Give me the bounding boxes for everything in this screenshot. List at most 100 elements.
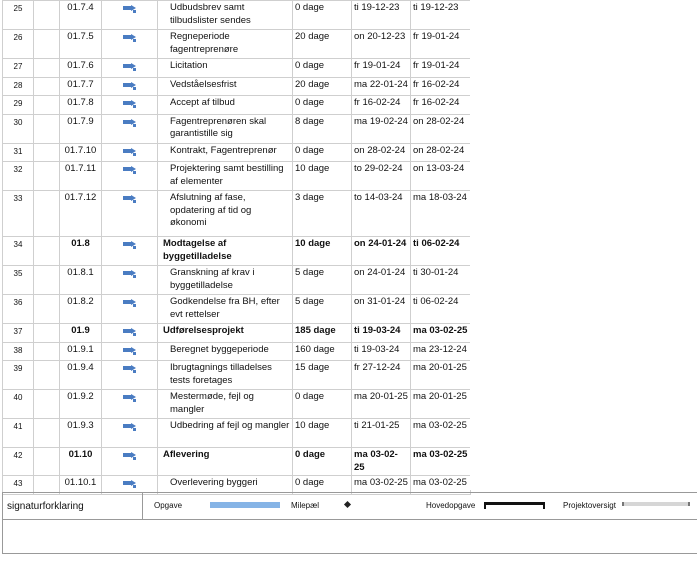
task-row[interactable]: 40 01.9.2 Mestermøde, fejl og mangler 0 dag… bbox=[2, 389, 471, 419]
task-finish: ti 30-01-24 bbox=[410, 265, 471, 295]
wbs-code: 01.8 bbox=[59, 236, 102, 266]
task-duration: 10 dage bbox=[292, 236, 352, 266]
auto-scheduled-task-icon bbox=[122, 327, 137, 336]
row-id: 25 bbox=[2, 0, 34, 30]
task-row[interactable]: 42 01.10 Aflevering 0 dage ma 03-02-25 ma 03-… bbox=[2, 447, 471, 476]
task-duration: 0 dage bbox=[292, 58, 352, 78]
legend-task-label: Opgave bbox=[154, 501, 183, 510]
task-row[interactable]: 37 01.9 Udførelsesprojekt 185 dage ti 19-03-… bbox=[2, 323, 471, 343]
task-name: Fagentreprenøren skal garantistille sig bbox=[157, 113, 293, 144]
task-duration: 8 dage bbox=[292, 113, 352, 144]
task-finish: ti 06-02-24 bbox=[410, 236, 471, 266]
task-start: to 14-03-24 bbox=[351, 190, 411, 237]
task-finish: fr 19-01-24 bbox=[410, 29, 471, 59]
task-row[interactable]: 36 01.8.2 Godkendelse fra BH, efter evt re… bbox=[2, 294, 471, 324]
auto-scheduled-task-icon bbox=[122, 240, 137, 249]
row-indicator bbox=[33, 447, 60, 476]
row-id: 28 bbox=[2, 76, 34, 96]
task-name: Granskning af krav i byggetilladelse bbox=[157, 265, 293, 295]
task-row[interactable]: 30 01.7.9 Fagentreprenøren skal garantisti… bbox=[2, 113, 471, 144]
task-start: ti 21-01-25 bbox=[351, 418, 411, 448]
row-id: 35 bbox=[2, 265, 34, 295]
row-id: 26 bbox=[2, 29, 34, 59]
task-mode-cell bbox=[101, 113, 158, 144]
task-name: Aflevering bbox=[157, 447, 293, 476]
task-mode-cell bbox=[101, 161, 158, 191]
row-id: 37 bbox=[2, 323, 34, 343]
wbs-code: 01.7.7 bbox=[59, 76, 102, 96]
row-indicator bbox=[33, 418, 60, 448]
task-row[interactable]: 38 01.9.1 Beregnet byggeperiode 160 dage ti … bbox=[2, 341, 471, 361]
task-row[interactable]: 27 01.7.6 Licitation 0 dage fr 19-01-24 fr 19… bbox=[2, 58, 471, 78]
legend-milestone-label: Milepæl bbox=[291, 501, 320, 510]
row-indicator bbox=[33, 113, 60, 144]
row-indicator bbox=[33, 95, 60, 115]
task-name: Licitation bbox=[157, 58, 293, 78]
task-name: Beregnet byggeperiode bbox=[157, 341, 293, 361]
gantt-chart-area bbox=[470, 0, 697, 490]
task-row[interactable]: 31 01.7.10 Kontrakt, Fagentreprenør 0 dage o… bbox=[2, 142, 471, 162]
task-name: Udbudsbrev samt tilbudslister sendes bbox=[157, 0, 293, 30]
auto-scheduled-task-icon bbox=[122, 99, 137, 108]
task-finish: ma 03-02-25 bbox=[410, 323, 471, 343]
wbs-code: 01.7.6 bbox=[59, 58, 102, 78]
task-start: ma 22-01-24 bbox=[351, 76, 411, 96]
task-row[interactable]: 34 01.8 Modtagelse af byggetilladelse 10 da… bbox=[2, 236, 471, 266]
legend: signaturforklaring Opgave Milepæl Hovedo… bbox=[2, 492, 697, 554]
legend-title: signaturforklaring bbox=[7, 501, 84, 512]
task-start: fr 19-01-24 bbox=[351, 58, 411, 78]
wbs-code: 01.9.2 bbox=[59, 389, 102, 419]
auto-scheduled-task-icon bbox=[122, 33, 137, 42]
auto-scheduled-task-icon bbox=[122, 298, 137, 307]
task-row[interactable]: 29 01.7.8 Accept af tilbud 0 dage fr 16-02-2… bbox=[2, 95, 471, 115]
task-start: fr 27-12-24 bbox=[351, 360, 411, 390]
task-finish: on 13-03-24 bbox=[410, 161, 471, 191]
task-start: on 20-12-23 bbox=[351, 29, 411, 59]
row-indicator bbox=[33, 29, 60, 59]
task-row[interactable]: 35 01.8.1 Granskning af krav i byggetillad… bbox=[2, 265, 471, 295]
milestone-diamond-icon bbox=[343, 500, 352, 509]
wbs-code: 01.7.12 bbox=[59, 190, 102, 237]
task-duration: 0 dage bbox=[292, 142, 352, 162]
row-indicator bbox=[33, 294, 60, 324]
task-row[interactable]: 25 01.7.4 Udbudsbrev samt tilbudslister se… bbox=[2, 0, 471, 30]
task-row[interactable]: 26 01.7.5 Regneperiode fagentreprenøre 20 d… bbox=[2, 29, 471, 59]
task-name: Godkendelse fra BH, efter evt rettelser bbox=[157, 294, 293, 324]
task-row[interactable]: 41 01.9.3 Udbedring af fejl og mangler 10 d… bbox=[2, 418, 471, 448]
row-indicator bbox=[33, 265, 60, 295]
task-name: Accept af tilbud bbox=[157, 95, 293, 115]
task-finish: ma 03-02-25 bbox=[410, 418, 471, 448]
row-id: 40 bbox=[2, 389, 34, 419]
task-start: on 31-01-24 bbox=[351, 294, 411, 324]
wbs-code: 01.7.8 bbox=[59, 95, 102, 115]
task-duration: 0 dage bbox=[292, 447, 352, 476]
row-indicator bbox=[33, 76, 60, 96]
task-row[interactable]: 39 01.9.4 Ibrugtagnings tilladelses tests … bbox=[2, 360, 471, 390]
task-row[interactable]: 32 01.7.11 Projektering samt bestilling af… bbox=[2, 161, 471, 191]
task-start: ti 19-03-24 bbox=[351, 341, 411, 361]
legend-project-summary-label: Projektoversigt bbox=[563, 501, 616, 510]
wbs-code: 01.9.4 bbox=[59, 360, 102, 390]
row-indicator bbox=[33, 58, 60, 78]
wbs-code: 01.9.1 bbox=[59, 341, 102, 361]
wbs-code: 01.7.10 bbox=[59, 142, 102, 162]
task-finish: fr 16-02-24 bbox=[410, 95, 471, 115]
row-indicator bbox=[33, 190, 60, 237]
task-start: on 28-02-24 bbox=[351, 142, 411, 162]
task-start: ma 03-02-25 bbox=[351, 447, 411, 476]
task-start: ti 19-03-24 bbox=[351, 323, 411, 343]
row-indicator bbox=[33, 236, 60, 266]
legend-summary-swatch bbox=[484, 502, 545, 509]
auto-scheduled-task-icon bbox=[122, 62, 137, 71]
row-id: 29 bbox=[2, 95, 34, 115]
task-duration: 20 dage bbox=[292, 29, 352, 59]
task-row[interactable]: 28 01.7.7 Vedståelsesfrist 20 dage ma 22-01-… bbox=[2, 76, 471, 96]
task-mode-cell bbox=[101, 389, 158, 419]
row-id: 34 bbox=[2, 236, 34, 266]
task-duration: 10 dage bbox=[292, 161, 352, 191]
wbs-code: 01.8.1 bbox=[59, 265, 102, 295]
task-duration: 185 dage bbox=[292, 323, 352, 343]
task-mode-cell bbox=[101, 190, 158, 237]
task-row[interactable]: 33 01.7.12 Afslutning af fase, opdatering … bbox=[2, 190, 471, 237]
auto-scheduled-task-icon bbox=[122, 422, 137, 431]
